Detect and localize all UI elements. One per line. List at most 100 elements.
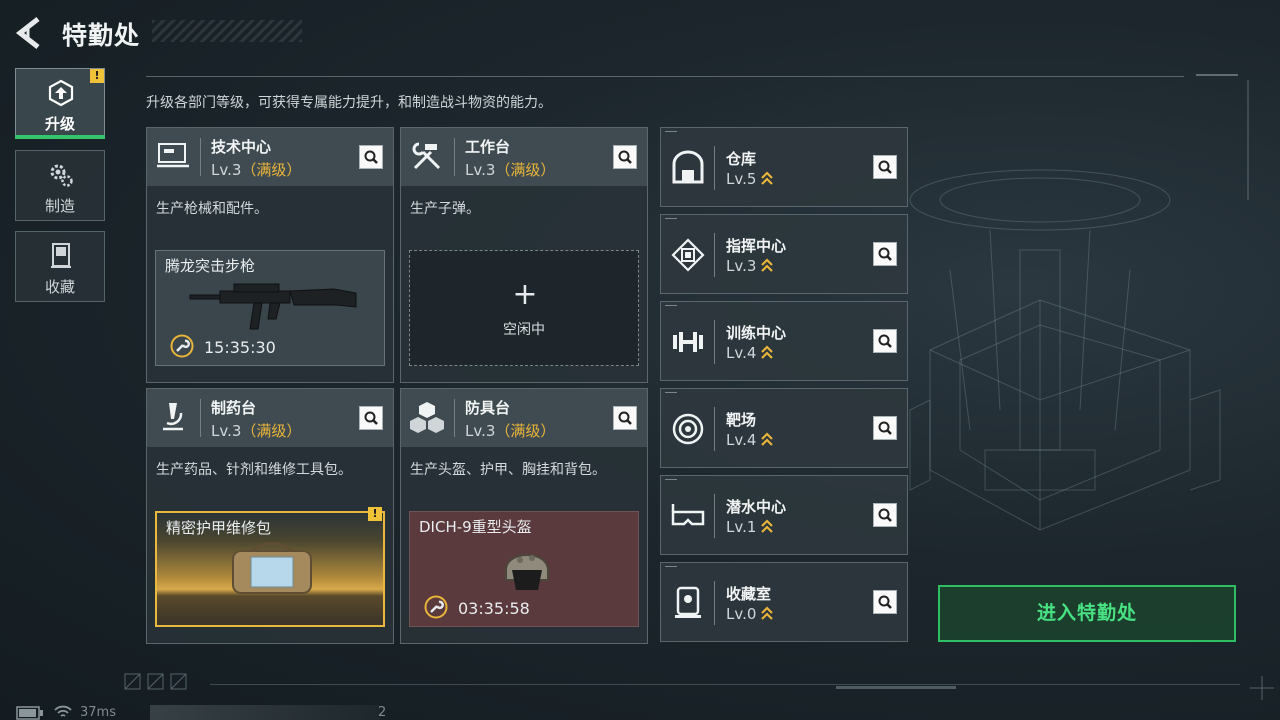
facility-level: Lv.5 (726, 170, 774, 188)
background-axis-text (1247, 80, 1249, 200)
facility-command-center[interactable]: 指挥中心 Lv.3 (660, 214, 908, 294)
inspect-button[interactable] (873, 242, 897, 266)
card-title: 工作台 (465, 138, 511, 156)
item-name: 腾龙突击步枪 (165, 257, 256, 275)
bottom-divider (210, 684, 1240, 685)
upgrade-chevron-icon (761, 258, 774, 272)
status-extra: 2 (378, 705, 387, 720)
card-workbench: 工作台 Lv.3（满级） 生产子弹。 + 空闲中 (400, 127, 648, 383)
plus-icon: + (512, 277, 538, 312)
cubes-icon (410, 402, 444, 433)
facility-collection-room[interactable]: 收藏室 Lv.0 (660, 562, 908, 642)
max-level-label: （满级） (241, 422, 302, 440)
bottom-divider-accent (836, 686, 956, 689)
card-description: 生产枪械和配件。 (156, 201, 268, 217)
search-icon (364, 411, 378, 425)
helmet-image (505, 554, 549, 590)
nav-label-upgrade: 升级 (44, 115, 75, 133)
facility-level: Lv.3 (726, 257, 774, 275)
header-divider (146, 76, 1184, 77)
search-icon (878, 334, 892, 348)
card-level: Lv.3（满级） (465, 161, 556, 179)
inspect-button[interactable] (873, 155, 897, 179)
inspect-button[interactable] (613, 145, 637, 169)
card-description: 生产子弹。 (410, 201, 480, 217)
inspect-button[interactable] (873, 590, 897, 614)
search-icon (878, 595, 892, 609)
facility-name: 收藏室 (726, 585, 772, 603)
facility-diving-center[interactable]: 潜水中心 Lv.1 (660, 475, 908, 555)
search-icon (618, 150, 632, 164)
nav-tab-craft[interactable]: 制造 (15, 150, 105, 221)
item-name: 精密护甲维修包 (166, 519, 272, 537)
card-title: 技术中心 (211, 138, 272, 156)
battery-icon (16, 706, 43, 720)
facility-level: Lv.1 (726, 518, 774, 536)
card-level: Lv.3（满级） (211, 161, 302, 179)
production-slot[interactable]: DICH-9重型头盔 03:35:58 (409, 511, 639, 627)
header-divider-accent (1196, 74, 1238, 76)
search-icon (618, 411, 632, 425)
max-level-label: （满级） (495, 161, 556, 179)
item-name: DICH-9重型头盔 (419, 518, 532, 536)
collection-room-icon (675, 586, 701, 618)
warning-badge: ! (368, 507, 382, 521)
search-icon (878, 160, 892, 174)
production-slot[interactable]: 腾龙突击步枪 15:35:30 (155, 250, 385, 366)
repair-kit-bag-image (232, 542, 312, 594)
inspect-button[interactable] (873, 503, 897, 527)
gears-icon (50, 164, 73, 187)
inspect-button[interactable] (359, 145, 383, 169)
facility-level: Lv.0 (726, 605, 774, 623)
card-description: 生产头盔、护甲、胸挂和背包。 (410, 462, 606, 478)
card-level: Lv.3（满级） (211, 422, 302, 440)
back-arrow-icon[interactable] (14, 16, 44, 50)
max-level-label: （满级） (241, 161, 302, 179)
completed-production-slot[interactable]: 精密护甲维修包 ! (155, 507, 385, 627)
assault-rifle-image (189, 283, 357, 330)
upgrade-chevron-icon (761, 432, 774, 446)
facility-shooting-range[interactable]: 靶场 Lv.4 (660, 388, 908, 468)
status-bar-blur (150, 705, 380, 720)
upgrade-chevron-icon (761, 606, 774, 620)
facility-name: 指挥中心 (726, 237, 787, 255)
card-description: 生产药品、针剂和维修工具包。 (156, 462, 352, 478)
target-icon (672, 413, 704, 445)
card-level: Lv.3（满级） (465, 422, 556, 440)
page-description: 升级各部门等级，可获得专属能力提升，和制造战斗物资的能力。 (146, 95, 552, 111)
search-icon (364, 150, 378, 164)
collection-icon (51, 243, 71, 268)
facility-warehouse[interactable]: 仓库 Lv.5 (660, 127, 908, 207)
idle-production-slot[interactable]: + 空闲中 (409, 250, 639, 366)
upgrade-chevron-icon (761, 519, 774, 533)
card-armor-bench: 防具台 Lv.3（满级） 生产头盔、护甲、胸挂和背包。 DICH-9重型头盔 0… (400, 388, 648, 644)
upgrade-icon (48, 79, 74, 107)
hammer-wrench-icon (412, 142, 441, 170)
inspect-button[interactable] (359, 406, 383, 430)
nav-tab-upgrade[interactable]: 升级 ! (15, 68, 105, 139)
search-icon (878, 247, 892, 261)
upgrade-chevron-icon (761, 345, 774, 359)
inspect-button[interactable] (613, 406, 637, 430)
facility-training-center[interactable]: 训练中心 Lv.4 (660, 301, 908, 381)
facility-name: 潜水中心 (726, 498, 787, 516)
warning-badge: ! (90, 69, 104, 83)
facility-name: 仓库 (726, 150, 757, 168)
inspect-button[interactable] (873, 416, 897, 440)
inspect-button[interactable] (873, 329, 897, 353)
facility-name: 训练中心 (726, 324, 787, 342)
search-icon (878, 421, 892, 435)
page-title: 特勤处 (62, 21, 141, 50)
title-decoration (152, 20, 302, 42)
nav-tab-collection[interactable]: 收藏 (15, 231, 105, 302)
card-tech-center: 技术中心 Lv.3（满级） 生产枪械和配件。 腾龙突击步枪 15:35:30 (146, 127, 394, 383)
nav-label-collection: 收藏 (44, 278, 75, 296)
computer-icon (157, 143, 189, 168)
base-wireframe-illustration (909, 169, 1221, 531)
enter-special-ops-button[interactable]: 进入特勤处 (938, 585, 1236, 642)
wrench-timer-icon (170, 334, 194, 358)
nav-label-craft: 制造 (44, 197, 75, 215)
crosshair-corner-mark (1250, 676, 1274, 700)
ping-display: 37ms (80, 705, 116, 720)
wifi-icon (54, 705, 72, 717)
